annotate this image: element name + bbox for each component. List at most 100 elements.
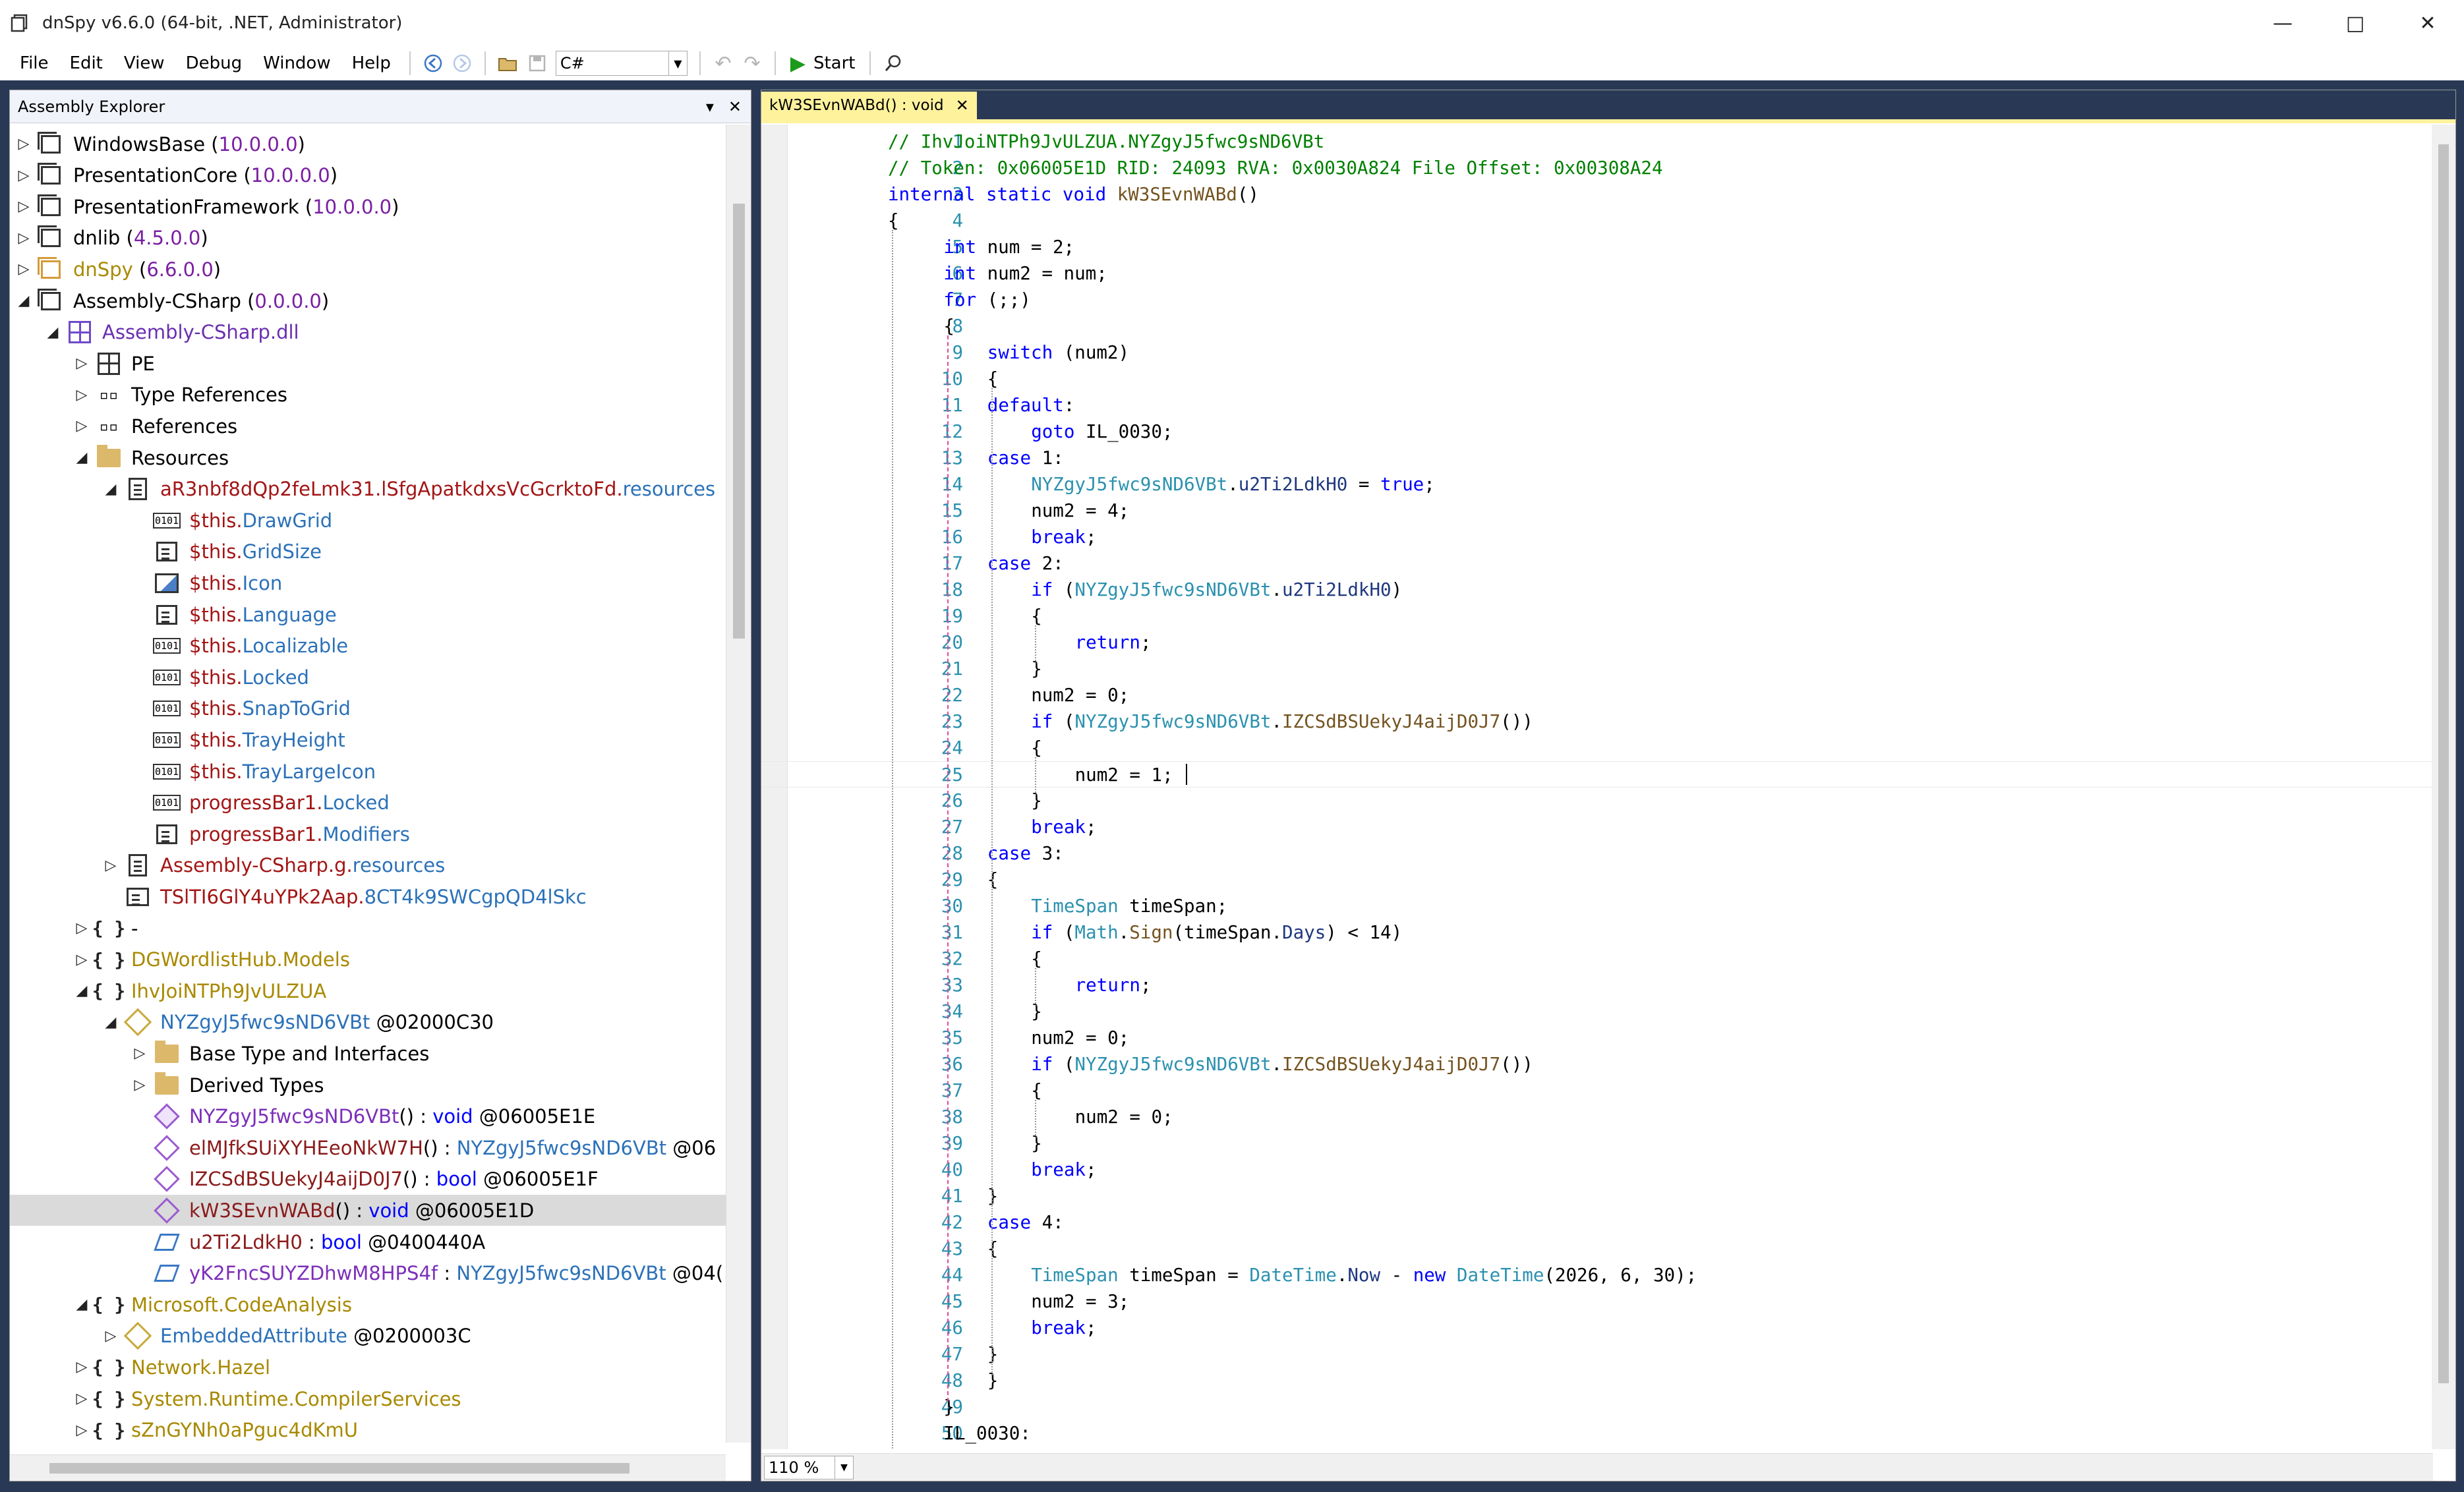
expand-icon[interactable]: ▷ — [72, 1354, 92, 1381]
tree-node[interactable]: ◢{ } Microsoft.CodeAnalysis — [10, 1289, 726, 1320]
tree-node[interactable]: ▷ dnlib (4.5.0.0) — [10, 223, 726, 254]
tree-node[interactable]: IZCSdBSUekyJ4aijD0J7() : bool @06005E1F — [10, 1164, 726, 1195]
tree-node[interactable]: ◢ Assembly-CSharp.dll — [10, 317, 726, 348]
collapse-icon[interactable]: ◢ — [72, 445, 92, 471]
tree-node[interactable]: 0101 $this.TrayHeight — [10, 724, 726, 755]
menu-file[interactable]: File — [9, 53, 59, 73]
search-icon[interactable] — [879, 49, 908, 78]
forward-icon[interactable] — [448, 49, 477, 78]
expand-icon[interactable]: ▷ — [72, 1386, 92, 1412]
tree-node[interactable]: $this.Icon — [10, 567, 726, 598]
save-icon[interactable] — [523, 49, 552, 78]
code-token: (timeSpan. — [1173, 922, 1283, 943]
tree-node[interactable]: 0101 $this.SnapToGrid — [10, 693, 726, 724]
tree-node[interactable]: yK2FncSUYZDhwM8HPS4f : NYZgyJ5fwc9sND6VB… — [10, 1258, 726, 1289]
tree-node[interactable]: ▷ Assembly-CSharp.g.resources — [10, 850, 726, 881]
tree-node[interactable]: ◢ NYZgyJ5fwc9sND6VBt @02000C30 — [10, 1007, 726, 1038]
menu-help[interactable]: Help — [341, 53, 401, 73]
undo-icon[interactable]: ↶ — [709, 49, 738, 78]
code-text: return; — [1075, 629, 1152, 656]
zoom-select[interactable]: 110 % ▼ — [764, 1455, 854, 1479]
tree-node[interactable]: ▷ EmbeddedAttribute @0200003C — [10, 1321, 726, 1352]
expand-icon[interactable]: ▷ — [72, 351, 92, 377]
tree-node[interactable]: progressBar1.Modifiers — [10, 818, 726, 849]
close-button[interactable]: ✕ — [2391, 0, 2464, 46]
document-tab[interactable]: kW3SEvnWABd() : void ✕ — [761, 92, 977, 119]
panel-close-icon[interactable]: ✕ — [728, 98, 742, 116]
code-token: IZCSdBSUekyJ4aijD0J7 — [1282, 711, 1501, 732]
menu-edit[interactable]: Edit — [59, 53, 113, 73]
collapse-icon[interactable]: ◢ — [43, 319, 63, 345]
expand-icon[interactable]: ▷ — [72, 915, 92, 942]
tree-horizontal-scrollbar[interactable] — [10, 1454, 726, 1481]
language-select[interactable]: C# ▼ — [555, 51, 688, 76]
tree-node[interactable]: ▷ dnSpy (6.6.0.0) — [10, 254, 726, 285]
expand-icon[interactable]: ▷ — [14, 162, 34, 188]
tree-node[interactable]: elMJfkSUiXYHEeoNkW7H() : NYZgyJ5fwc9sND6… — [10, 1132, 726, 1163]
editor-vertical-scrollbar[interactable] — [2432, 125, 2455, 1449]
tree-node[interactable]: ▷{ } System.Runtime.CompilerServices — [10, 1383, 726, 1414]
collapse-icon[interactable]: ◢ — [14, 288, 34, 314]
tree-node[interactable]: ◢{ } IhvJoiNTPh9JvULZUA — [10, 975, 726, 1006]
collapse-icon[interactable]: ◢ — [101, 1009, 121, 1035]
collapse-icon[interactable]: ◢ — [72, 978, 92, 1004]
tree-node[interactable]: TSlTI6GlY4uYPk2Aap.8CT4k9SWCgpQD4lSkc — [10, 881, 726, 912]
tree-node[interactable]: $this.GridSize — [10, 536, 726, 567]
expand-icon[interactable]: ▷ — [14, 194, 34, 220]
expand-icon[interactable]: ▷ — [72, 1417, 92, 1443]
scrollbar-thumb[interactable] — [49, 1463, 630, 1474]
tree-node[interactable]: ▷ PE — [10, 348, 726, 379]
tree-node[interactable]: 0101 $this.Locked — [10, 662, 726, 693]
tree-node[interactable]: ▷{ } - — [10, 913, 726, 944]
tree-node[interactable]: $this.Language — [10, 599, 726, 630]
expand-icon[interactable]: ▷ — [72, 946, 92, 973]
panel-menu-icon[interactable]: ▾ — [706, 98, 714, 116]
tree-node[interactable]: u2Ti2LdkH0 : bool @0400440A — [10, 1226, 726, 1257]
minimize-button[interactable]: — — [2246, 0, 2319, 46]
scrollbar-thumb[interactable] — [2438, 144, 2449, 1383]
tree-node[interactable]: kW3SEvnWABd() : void @06005E1D — [10, 1195, 726, 1226]
tree-node[interactable]: ▷{ } Network.Hazel — [10, 1352, 726, 1383]
tree-node[interactable]: ▷ ▫▫ Type References — [10, 380, 726, 411]
menu-window[interactable]: Window — [252, 53, 341, 73]
tree-node[interactable]: ◢ aR3nbf8dQp2feLmk31.lSfgApatkdxsVcGcrkto… — [10, 474, 726, 505]
expand-icon[interactable]: ▷ — [72, 382, 92, 408]
tree-node[interactable]: ◢ Assembly-CSharp (0.0.0.0) — [10, 285, 726, 316]
decompiled-code[interactable]: 1 // IhvJoiNTPh9JvULZUA.NYZgyJ5fwc9sND6VB… — [761, 125, 2433, 1449]
tree-node[interactable]: ▷{ } DGWordlistHub.Models — [10, 944, 726, 975]
tree-node[interactable]: ▷ ▫▫ References — [10, 411, 726, 442]
collapse-icon[interactable]: ◢ — [72, 1292, 92, 1318]
tree-node[interactable]: ▷ Base Type and Interfaces — [10, 1038, 726, 1069]
tree-node[interactable]: 0101 $this.DrawGrid — [10, 505, 726, 536]
expand-icon[interactable]: ▷ — [14, 225, 34, 251]
collapse-icon[interactable]: ◢ — [101, 476, 121, 502]
expand-icon[interactable]: ▷ — [14, 131, 34, 158]
open-folder-icon[interactable] — [494, 49, 523, 78]
expand-icon[interactable]: ▷ — [130, 1072, 150, 1099]
expand-icon[interactable]: ▷ — [72, 413, 92, 440]
tree-node[interactable]: NYZgyJ5fwc9sND6VBt() : void @06005E1E — [10, 1101, 726, 1132]
expand-icon[interactable]: ▷ — [130, 1041, 150, 1067]
start-button[interactable]: ▶ Start — [784, 52, 862, 75]
back-icon[interactable] — [419, 49, 448, 78]
redo-icon[interactable]: ↷ — [738, 49, 767, 78]
expand-icon[interactable]: ▷ — [101, 1323, 121, 1349]
tree-node[interactable]: ▷ PresentationFramework (10.0.0.0) — [10, 191, 726, 222]
tree-node[interactable]: ▷ WindowsBase (10.0.0.0) — [10, 129, 726, 159]
close-icon[interactable]: ✕ — [956, 96, 969, 115]
scrollbar-thumb[interactable] — [733, 204, 745, 639]
menu-view[interactable]: View — [113, 53, 175, 73]
tree-node[interactable]: ▷ Derived Types — [10, 1070, 726, 1101]
expand-icon[interactable]: ▷ — [101, 852, 121, 878]
tree-node[interactable]: 0101 $this.Localizable — [10, 631, 726, 662]
tree-node[interactable]: ▷{ } sZnGYNh0aPguc4dKmU — [10, 1415, 726, 1443]
tree-vertical-scrollbar[interactable] — [726, 125, 751, 1443]
tree-node-text: PresentationCore — [73, 164, 244, 187]
tree-node[interactable]: 0101 progressBar1.Locked — [10, 788, 726, 818]
tree-node[interactable]: ▷ PresentationCore (10.0.0.0) — [10, 160, 726, 191]
tree-node[interactable]: 0101 $this.TrayLargeIcon — [10, 756, 726, 787]
maximize-button[interactable]: □ — [2319, 0, 2391, 46]
tree-node[interactable]: ◢ Resources — [10, 442, 726, 473]
expand-icon[interactable]: ▷ — [14, 256, 34, 283]
menu-debug[interactable]: Debug — [175, 53, 253, 73]
